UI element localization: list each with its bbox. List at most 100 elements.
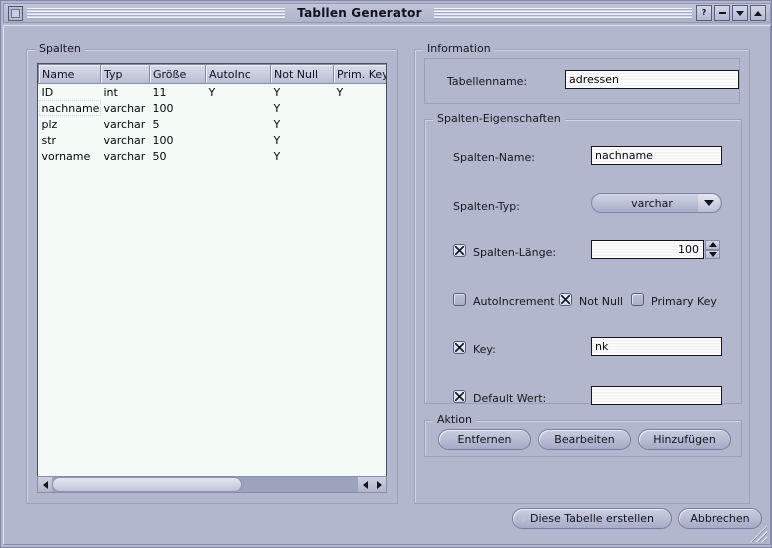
columns-horizontal-scrollbar[interactable] <box>37 476 387 493</box>
cell-groesse[interactable]: 100 <box>149 132 206 148</box>
column-length-checkbox[interactable] <box>453 244 466 257</box>
window-menu-icon[interactable] <box>8 5 23 21</box>
cell-autoinc[interactable] <box>205 100 271 116</box>
chevron-up-icon <box>708 242 717 248</box>
default-value-label: Default Wert: <box>473 392 547 405</box>
cell-name[interactable]: plz <box>38 116 101 132</box>
notnull-checkbox[interactable] <box>559 293 572 306</box>
column-header-autoinc[interactable]: AutoInc <box>205 64 271 84</box>
columns-table: Name Typ Größe AutoInc Not Null Prim. Ke… <box>38 64 386 164</box>
cell-notnull[interactable]: Y <box>270 116 334 132</box>
cell-typ[interactable]: varchar <box>100 148 150 164</box>
cell-autoinc[interactable] <box>205 132 271 148</box>
column-header-name[interactable]: Name <box>38 64 101 84</box>
title-bar-texture-right <box>433 7 693 19</box>
cell-name[interactable]: str <box>38 132 101 148</box>
columns-group-legend: Spalten <box>35 42 85 55</box>
stepper-down-button[interactable] <box>705 249 720 259</box>
column-properties-group: Spalten-Eigenschaften Spalten-Name: nach… <box>424 112 742 405</box>
edit-button[interactable]: Bearbeiten <box>538 429 631 450</box>
column-type-value: varchar <box>631 196 673 210</box>
primarykey-checkbox[interactable] <box>631 293 644 306</box>
default-value-checkbox[interactable] <box>453 390 466 403</box>
chevron-up-icon <box>754 10 762 16</box>
cell-notnull[interactable]: Y <box>270 148 334 164</box>
columns-group: Spalten Name Typ Größe AutoInc Not Null … <box>26 42 398 504</box>
column-length-label: Spalten-Länge: <box>473 246 557 259</box>
minimize-icon <box>718 12 726 14</box>
help-button[interactable]: ? <box>696 5 712 21</box>
column-header-notnull[interactable]: Not Null <box>270 64 334 84</box>
cell-primkey[interactable] <box>333 132 386 148</box>
column-length-stepper[interactable] <box>705 240 720 259</box>
cell-autoinc[interactable]: Y <box>205 83 271 100</box>
add-button[interactable]: Hinzufügen <box>638 429 731 450</box>
window-title: Tabllen Generator <box>297 6 422 20</box>
columns-table-container[interactable]: Name Typ Größe AutoInc Not Null Prim. Ke… <box>37 63 387 493</box>
cell-primkey[interactable] <box>333 148 386 164</box>
notnull-label: Not Null <box>579 295 624 308</box>
column-header-groesse[interactable]: Größe <box>149 64 206 84</box>
table-row[interactable]: plz varchar 5 Y <box>38 116 386 132</box>
right-arrow-icon <box>376 480 382 489</box>
table-row[interactable]: nachname varchar 100 Y <box>38 100 386 116</box>
information-group: Information Tabellenname: adressen Spalt… <box>414 42 750 504</box>
cell-primkey[interactable]: Y <box>333 83 386 100</box>
column-length-input[interactable]: 100 <box>591 240 704 259</box>
column-name-input[interactable]: nachname <box>591 146 722 165</box>
scroll-left-button[interactable] <box>38 477 52 492</box>
title-bar-texture-left <box>27 7 286 19</box>
stepper-up-button[interactable] <box>705 240 720 250</box>
cell-notnull[interactable]: Y <box>270 132 334 148</box>
key-checkbox[interactable] <box>453 341 466 354</box>
cell-groesse[interactable]: 11 <box>149 83 206 100</box>
key-input[interactable]: nk <box>591 337 722 356</box>
cell-typ[interactable]: varchar <box>100 100 150 116</box>
maximize-button[interactable] <box>750 5 766 21</box>
column-type-dropdown[interactable]: varchar <box>591 193 722 213</box>
table-row[interactable]: str varchar 100 Y <box>38 132 386 148</box>
key-label: Key: <box>473 343 496 356</box>
column-header-primkey[interactable]: Prim. Key <box>333 64 386 84</box>
autoincrement-checkbox[interactable] <box>453 293 466 306</box>
column-header-typ[interactable]: Typ <box>100 64 150 84</box>
cell-groesse[interactable]: 50 <box>149 148 206 164</box>
chevron-down-icon[interactable] <box>698 194 720 212</box>
column-name-label: Spalten-Name: <box>453 151 535 164</box>
window-content: Spalten Name Typ Größe AutoInc Not Null … <box>3 25 771 545</box>
cell-primkey[interactable] <box>333 100 386 116</box>
cell-notnull[interactable]: Y <box>270 83 334 100</box>
cell-primkey[interactable] <box>333 116 386 132</box>
table-name-panel: Tabellenname: adressen <box>424 58 740 104</box>
scrollbar-track[interactable] <box>52 477 358 492</box>
table-row[interactable]: ID int 11 Y Y Y <box>38 83 386 100</box>
scrollbar-thumb[interactable] <box>52 477 242 492</box>
cell-autoinc[interactable] <box>205 116 271 132</box>
left-arrow-icon <box>42 480 48 489</box>
cell-typ[interactable]: int <box>100 83 150 100</box>
table-header-row: Name Typ Größe AutoInc Not Null Prim. Ke… <box>38 64 386 84</box>
title-bar: Tabllen Generator ? <box>3 3 771 23</box>
create-table-button[interactable]: Diese Tabelle erstellen <box>512 508 672 529</box>
default-value-input[interactable] <box>591 386 722 405</box>
cell-notnull[interactable]: Y <box>270 100 334 116</box>
cell-name[interactable]: ID <box>38 83 101 100</box>
cell-typ[interactable]: varchar <box>100 132 150 148</box>
table-name-input[interactable]: adressen <box>565 70 739 89</box>
remove-button[interactable]: Entfernen <box>438 429 531 450</box>
application-window: Tabllen Generator ? Spalten Name Typ Grö… <box>0 0 772 548</box>
scroll-left-button-secondary[interactable] <box>358 477 372 492</box>
table-row[interactable]: vorname varchar 50 Y <box>38 148 386 164</box>
cell-typ[interactable]: varchar <box>100 116 150 132</box>
minimize-button[interactable] <box>714 5 730 21</box>
cell-groesse[interactable]: 100 <box>149 100 206 116</box>
left-arrow-icon <box>362 480 368 489</box>
column-type-label: Spalten-Typ: <box>453 200 520 213</box>
cell-name-selected[interactable]: nachname <box>38 100 101 116</box>
scroll-right-button[interactable] <box>372 477 386 492</box>
restore-down-button[interactable] <box>732 5 748 21</box>
cell-autoinc[interactable] <box>205 148 271 164</box>
cancel-button[interactable]: Abbrechen <box>678 508 762 529</box>
cell-name[interactable]: vorname <box>38 148 101 164</box>
cell-groesse[interactable]: 5 <box>149 116 206 132</box>
